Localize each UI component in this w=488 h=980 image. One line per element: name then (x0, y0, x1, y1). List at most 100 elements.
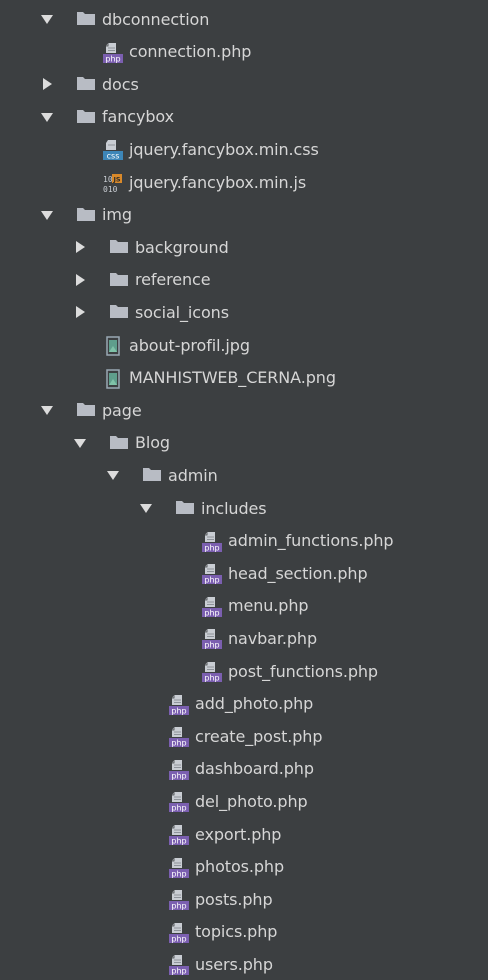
tree-item-label: del_photo.php (195, 791, 308, 811)
chevron-right-icon[interactable] (73, 273, 87, 287)
tree-file-row[interactable]: about-profil.jpg (0, 329, 488, 361)
tree-item-label: users.php (195, 954, 273, 974)
tree-folder-row[interactable]: dbconnection (0, 3, 488, 35)
tree-file-row[interactable]: php menu.php (0, 590, 488, 622)
project-file-tree: dbconnection php connection.php docs fancyb… (0, 0, 488, 977)
folder-icon (76, 74, 96, 94)
tree-file-row[interactable]: php connection.php (0, 36, 488, 68)
chevron-down-icon[interactable] (40, 208, 54, 222)
tree-item-label: fancybox (102, 107, 174, 127)
chevron-right-icon[interactable] (73, 240, 87, 254)
tree-item-label: background (135, 237, 229, 257)
tree-file-row[interactable]: php export.php (0, 818, 488, 850)
svg-text:php: php (171, 739, 186, 748)
php-file-icon: php (202, 563, 222, 585)
svg-text:php: php (171, 706, 186, 715)
folder-icon (76, 205, 96, 225)
php-file-icon: php (169, 922, 189, 943)
php-file-icon: php (103, 42, 123, 63)
tree-item-label: about-profil.jpg (129, 335, 250, 355)
php-file-icon: php (169, 824, 189, 846)
tree-folder-row[interactable]: includes (0, 492, 488, 524)
php-file-icon: php (169, 889, 189, 911)
svg-text:php: php (204, 543, 219, 552)
folder-icon (109, 237, 129, 257)
chevron-down-icon[interactable] (73, 436, 87, 450)
tree-item-label: export.php (195, 824, 282, 844)
tree-file-row[interactable]: 10 010 JS jquery.fancybox.min.js (0, 166, 488, 198)
chevron-right-icon[interactable] (40, 77, 54, 91)
folder-icon (76, 9, 96, 29)
tree-file-row[interactable]: php head_section.php (0, 557, 488, 589)
chevron-down-icon[interactable] (40, 12, 54, 26)
tree-folder-row[interactable]: social_icons (0, 296, 488, 328)
tree-file-row[interactable]: php admin_functions.php (0, 525, 488, 557)
folder-icon (76, 107, 96, 127)
tree-file-row[interactable]: MANHISTWEB_CERNA.png (0, 362, 488, 394)
php-file-icon: php (169, 954, 189, 976)
tree-item-label: add_photo.php (195, 694, 314, 714)
svg-text:php: php (171, 902, 186, 911)
svg-text:php: php (204, 576, 219, 585)
tree-folder-row[interactable]: page (0, 394, 488, 426)
tree-file-row[interactable]: php navbar.php (0, 622, 488, 654)
php-file-icon: php (202, 628, 222, 650)
image-file-icon (103, 368, 123, 389)
svg-text:php: php (204, 674, 219, 683)
tree-file-row[interactable]: php topics.php (0, 916, 488, 948)
css-file-icon: css (103, 139, 123, 161)
tree-folder-row[interactable]: img (0, 199, 488, 231)
php-file-icon: php (202, 531, 222, 552)
tree-file-row[interactable]: php posts.php (0, 883, 488, 915)
svg-text:php: php (171, 934, 186, 943)
svg-text:010: 010 (103, 185, 118, 194)
tree-item-label: img (102, 205, 132, 225)
tree-item-label: page (102, 400, 142, 420)
php-file-icon: php (169, 759, 189, 780)
tree-item-label: dbconnection (102, 9, 210, 29)
tree-item-label: admin_functions.php (228, 531, 394, 551)
tree-folder-row[interactable]: reference (0, 264, 488, 296)
folder-icon (109, 270, 129, 290)
tree-folder-row[interactable]: admin (0, 459, 488, 491)
tree-file-row[interactable]: php dashboard.php (0, 753, 488, 785)
folder-icon (109, 302, 129, 322)
tree-item-label: social_icons (135, 302, 229, 322)
svg-text:php: php (171, 869, 186, 878)
tree-folder-row[interactable]: background (0, 231, 488, 263)
tree-file-row[interactable]: php del_photo.php (0, 785, 488, 817)
php-file-icon: php (202, 596, 222, 617)
tree-item-label: dashboard.php (195, 759, 314, 779)
php-file-icon: php (169, 791, 189, 813)
chevron-down-icon[interactable] (139, 501, 153, 515)
chevron-down-icon[interactable] (106, 468, 120, 482)
php-file-icon: php (169, 726, 189, 748)
chevron-down-icon[interactable] (40, 110, 54, 124)
chevron-down-icon[interactable] (40, 403, 54, 417)
tree-item-label: posts.php (195, 889, 273, 909)
chevron-right-icon[interactable] (73, 305, 87, 319)
svg-text:php: php (171, 771, 186, 780)
tree-file-row[interactable]: php add_photo.php (0, 688, 488, 720)
tree-item-label: head_section.php (228, 563, 368, 583)
svg-text:php: php (105, 54, 120, 63)
tree-folder-row[interactable]: fancybox (0, 101, 488, 133)
tree-item-label: connection.php (129, 42, 252, 62)
tree-file-row[interactable]: css jquery.fancybox.min.css (0, 133, 488, 165)
folder-icon (175, 498, 195, 518)
folder-icon (142, 465, 162, 485)
tree-file-row[interactable]: php create_post.php (0, 720, 488, 752)
tree-item-label: admin (168, 465, 218, 485)
folder-icon (109, 433, 129, 453)
php-file-icon: php (202, 661, 222, 683)
svg-text:css: css (107, 152, 120, 161)
svg-text:php: php (204, 608, 219, 617)
tree-item-label: jquery.fancybox.min.js (129, 172, 307, 192)
tree-file-row[interactable]: php users.php (0, 948, 488, 980)
tree-item-label: jquery.fancybox.min.css (129, 139, 319, 159)
tree-file-row[interactable]: php post_functions.php (0, 655, 488, 687)
image-file-icon (103, 335, 123, 356)
tree-folder-row[interactable]: Blog (0, 427, 488, 459)
tree-file-row[interactable]: php photos.php (0, 851, 488, 883)
tree-folder-row[interactable]: docs (0, 68, 488, 100)
